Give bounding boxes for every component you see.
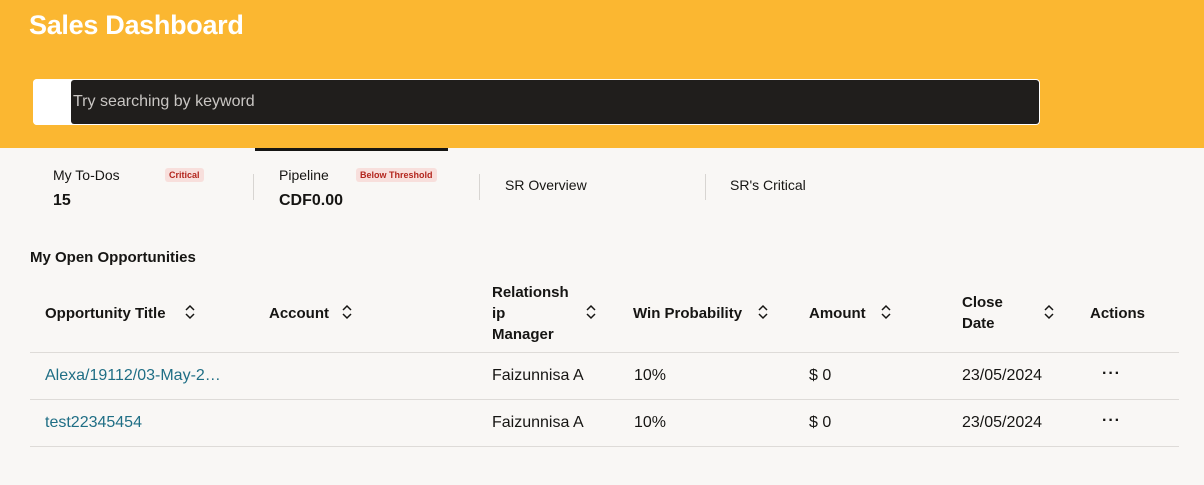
close-date-cell: 23/05/2024 bbox=[962, 414, 1043, 431]
win-probability-cell: 10% bbox=[634, 367, 667, 384]
status-badge: Below Threshold bbox=[356, 168, 437, 182]
table-row: test22345454 Faizunnisa A 10% $ 0 23/05/… bbox=[30, 400, 1179, 447]
tab-value: 15 bbox=[53, 192, 71, 209]
tab-label: My To-Dos bbox=[53, 167, 120, 183]
col-header-close-line2: Date bbox=[962, 315, 995, 332]
metric-tabs: My To-Dos Critical 15 Pipeline Below Thr… bbox=[0, 148, 1204, 228]
table-header: Opportunity Title Account Relationsh ip … bbox=[30, 276, 1179, 353]
col-header-win-probability[interactable]: Win Probability bbox=[633, 303, 742, 324]
close-date-cell: 23/05/2024 bbox=[962, 367, 1043, 384]
col-header-actions: Actions bbox=[1090, 305, 1146, 322]
sort-icon[interactable] bbox=[757, 304, 769, 320]
tab-pipeline[interactable]: Pipeline Below Threshold CDF0.00 bbox=[255, 148, 448, 218]
more-actions-icon[interactable]: ··· bbox=[1102, 365, 1121, 383]
col-header-manager-line2: ip bbox=[492, 305, 506, 322]
manager-cell: Faizunnisa A bbox=[492, 367, 584, 384]
search-prefix bbox=[33, 79, 71, 125]
tab-divider bbox=[253, 174, 254, 200]
page-title: Sales Dashboard bbox=[29, 10, 244, 40]
section-title: My Open Opportunities bbox=[30, 249, 196, 266]
tab-sr-overview[interactable]: SR Overview bbox=[480, 148, 700, 218]
col-header-manager-line3: Manager bbox=[492, 326, 554, 343]
sort-icon[interactable] bbox=[585, 304, 597, 320]
status-badge: Critical bbox=[165, 168, 204, 182]
tab-my-todos[interactable]: My To-Dos Critical 15 bbox=[30, 148, 230, 218]
amount-cell: $ 0 bbox=[809, 367, 832, 384]
win-probability-cell: 10% bbox=[634, 414, 667, 431]
tab-value: CDF0.00 bbox=[279, 192, 344, 209]
sort-icon[interactable] bbox=[1043, 304, 1055, 320]
col-header-manager[interactable]: Relationsh ip Manager bbox=[492, 282, 572, 345]
tab-label: Pipeline bbox=[279, 167, 329, 183]
tab-sr-critical[interactable]: SR's Critical bbox=[706, 148, 926, 218]
more-actions-icon[interactable]: ··· bbox=[1102, 412, 1121, 430]
col-header-title[interactable]: Opportunity Title bbox=[45, 303, 166, 324]
tab-label: SR's Critical bbox=[730, 177, 806, 193]
sort-icon[interactable] bbox=[880, 304, 892, 320]
sort-icon[interactable] bbox=[184, 304, 196, 320]
search-bar bbox=[33, 79, 1040, 125]
col-header-amount[interactable]: Amount bbox=[809, 303, 866, 324]
search-input[interactable] bbox=[71, 80, 1039, 124]
col-header-close-date[interactable]: Close Date bbox=[962, 292, 1042, 334]
amount-cell: $ 0 bbox=[809, 414, 832, 431]
col-header-close-line1: Close bbox=[962, 294, 1003, 311]
table-row: Alexa/19112/03-May-2… Faizunnisa A 10% $… bbox=[30, 353, 1179, 400]
tab-label: SR Overview bbox=[505, 177, 587, 193]
col-header-account[interactable]: Account bbox=[269, 303, 329, 324]
manager-cell: Faizunnisa A bbox=[492, 414, 584, 431]
opportunity-title-link[interactable]: test22345454 bbox=[45, 414, 240, 432]
sort-icon[interactable] bbox=[341, 304, 353, 320]
header-bar: Sales Dashboard bbox=[0, 0, 1204, 148]
col-header-manager-line1: Relationsh bbox=[492, 284, 569, 301]
opportunity-title-link[interactable]: Alexa/19112/03-May-2… bbox=[45, 367, 240, 385]
